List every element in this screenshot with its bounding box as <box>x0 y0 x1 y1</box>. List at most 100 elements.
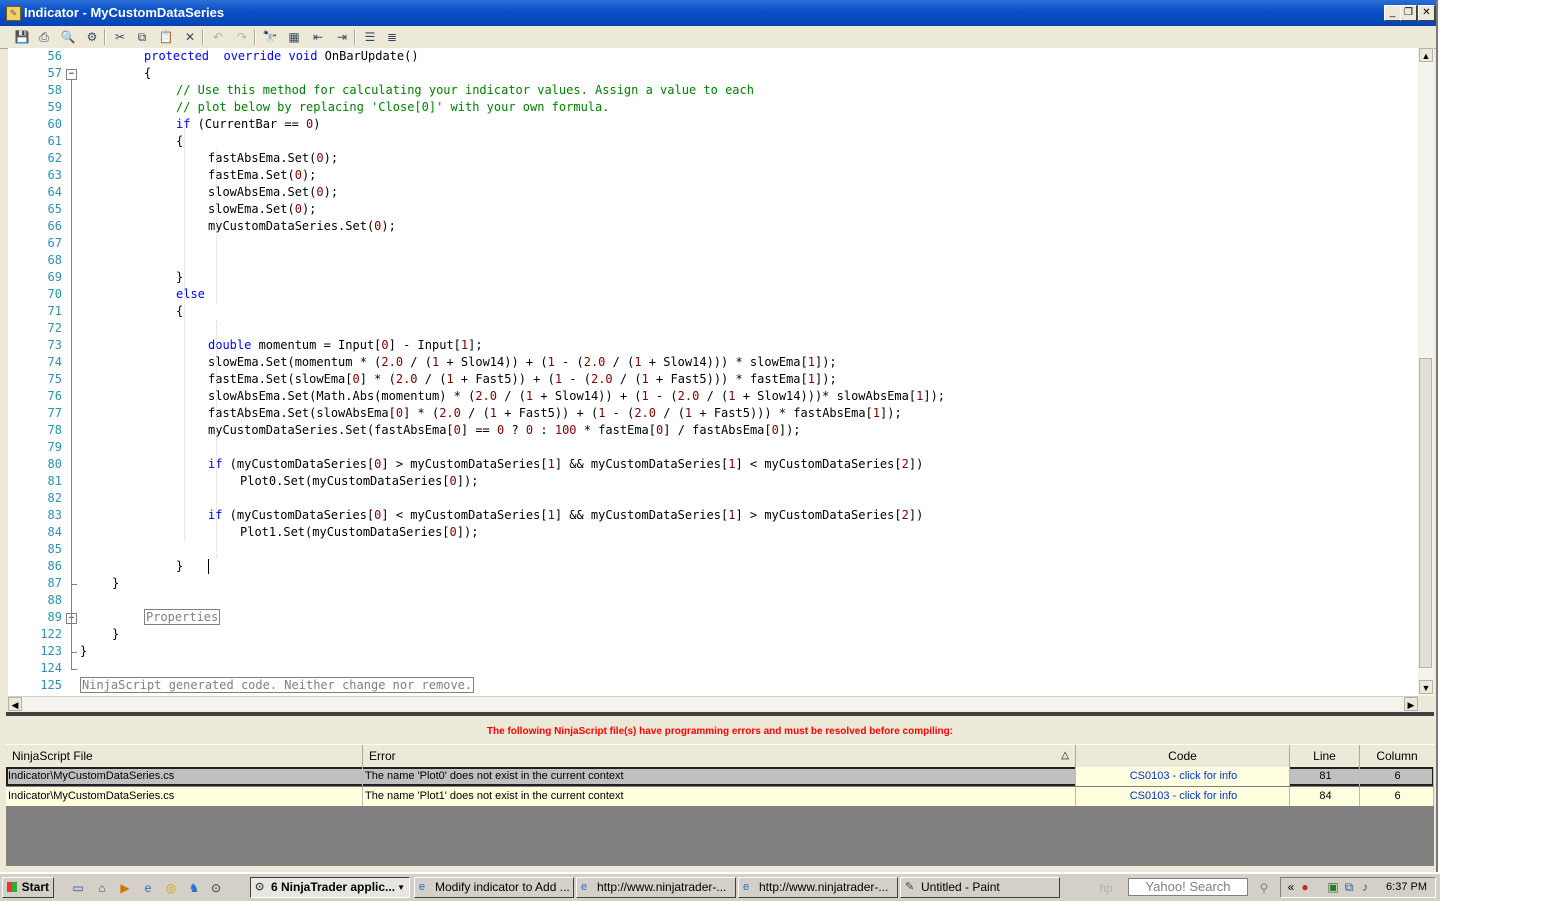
start-button[interactable]: Start <box>2 877 54 898</box>
panel-splitter[interactable] <box>6 712 1434 716</box>
collapsed-region[interactable]: Properties <box>144 609 221 625</box>
column-header-line[interactable]: Line <box>1290 745 1360 767</box>
search-icon[interactable]: ⚲ <box>1256 880 1272 896</box>
fold-end-marker <box>71 652 77 653</box>
code-line[interactable]: Properties <box>144 609 221 626</box>
taskbar-button[interactable]: e http://www.ninjatrader-... <box>576 877 736 898</box>
code-line[interactable]: Plot0.Set(myCustomDataSeries[0]); <box>240 473 478 490</box>
taskbar-button-label: Untitled - Paint <box>921 880 1000 894</box>
code-line[interactable]: slowAbsEma.Set(Math.Abs(momentum) * (2.0… <box>208 388 945 405</box>
taskbar-button[interactable]: e Modify indicator to Add ... <box>414 877 574 898</box>
column-header-error[interactable]: Error △ <box>363 745 1076 767</box>
network-icon[interactable]: ⧉ <box>1341 879 1357 895</box>
cut-icon[interactable]: ✂ <box>112 29 128 45</box>
paste-icon[interactable]: 📋 <box>158 29 174 45</box>
code-line[interactable]: { <box>176 303 183 320</box>
tray-device-icon[interactable]: ▣ <box>1325 879 1341 895</box>
vertical-scrollbar[interactable]: ▲ ▼ <box>1418 48 1434 696</box>
code-line[interactable]: if (myCustomDataSeries[0] > myCustomData… <box>208 456 923 473</box>
taskbar-button[interactable]: ⊙ 6 NinjaTrader applic... ▼ <box>250 877 410 898</box>
code-editor[interactable]: 56 protected override void OnBarUpdate() 5… <box>8 48 1418 696</box>
code-line[interactable]: double momentum = Input[0] - Input[1]; <box>208 337 483 354</box>
code-line[interactable]: } <box>112 575 119 592</box>
uncomment-icon[interactable]: ≣ <box>384 29 400 45</box>
code-line[interactable]: myCustomDataSeries.Set(0); <box>208 218 396 235</box>
copy-icon[interactable]: ⧉ <box>134 29 150 45</box>
horizontal-scrollbar[interactable]: ◀ ▶ <box>8 696 1418 711</box>
column-header-file[interactable]: NinjaScript File <box>6 745 363 767</box>
code-line[interactable]: myCustomDataSeries.Set(fastAbsEma[0] == … <box>208 422 801 439</box>
undo-icon[interactable]: ↶ <box>210 29 226 45</box>
code-line[interactable]: slowEma.Set(momentum * (2.0 / (1 + Slow1… <box>208 354 837 371</box>
code-line[interactable]: // plot below by replacing 'Close[0]' wi… <box>176 99 609 116</box>
indent-icon[interactable]: ⇥ <box>334 29 350 45</box>
minimize-button[interactable]: _ <box>1384 5 1401 21</box>
code-line[interactable]: slowEma.Set(0); <box>208 201 316 218</box>
show-desktop-icon[interactable]: ▭ <box>70 880 86 896</box>
hp-icon[interactable]: hp <box>1098 880 1114 896</box>
title-bar[interactable]: ✎ Indicator - MyCustomDataSeries _ ❐ ✕ <box>0 0 1436 26</box>
code-token: 0 <box>316 151 324 165</box>
code-line[interactable]: } <box>176 269 183 286</box>
column-header-column[interactable]: Column <box>1360 745 1434 767</box>
find-replace-icon[interactable]: ▦ <box>286 29 302 45</box>
code-line[interactable]: NinjaScript generated code. Neither chan… <box>80 677 475 694</box>
group-dropdown-icon[interactable]: ▼ <box>397 878 405 897</box>
code-line[interactable]: if (CurrentBar == 0) <box>176 116 321 133</box>
code-line[interactable]: Plot1.Set(myCustomDataSeries[0]); <box>240 524 478 541</box>
code-token: 2.0 <box>439 406 461 420</box>
code-line[interactable]: if (myCustomDataSeries[0] < myCustomData… <box>208 507 923 524</box>
save-icon[interactable]: 💾 <box>14 29 30 45</box>
code-line[interactable]: } <box>112 626 119 643</box>
code-line[interactable]: fastEma.Set(slowEma[0] * (2.0 / (1 + Fas… <box>208 371 837 388</box>
browser-icon[interactable]: ◎ <box>163 880 179 896</box>
scroll-right-icon[interactable]: ▶ <box>1404 697 1418 711</box>
tray-app-icon[interactable]: ● <box>1297 879 1313 895</box>
code-token: ); <box>301 202 317 216</box>
scroll-left-icon[interactable]: ◀ <box>8 697 22 711</box>
code-line[interactable]: } <box>80 643 87 660</box>
internet-explorer-icon[interactable]: e <box>140 880 156 896</box>
outdent-icon[interactable]: ⇤ <box>310 29 326 45</box>
code-line[interactable]: slowAbsEma.Set(0); <box>208 184 338 201</box>
close-button[interactable]: ✕ <box>1418 5 1435 21</box>
taskbar-button[interactable]: e http://www.ninjatrader-... <box>738 877 898 898</box>
comment-icon[interactable]: ☰ <box>362 29 378 45</box>
code-line[interactable]: { <box>176 133 183 150</box>
find-icon[interactable]: 🔭 <box>262 29 278 45</box>
error-row[interactable]: Indicator\MyCustomDataSeries.cs The name … <box>6 767 1434 786</box>
print-icon[interactable]: ⎙ <box>36 29 52 45</box>
code-line[interactable]: } <box>176 558 183 575</box>
scroll-thumb[interactable] <box>1419 358 1432 668</box>
collapsed-region[interactable]: NinjaScript generated code. Neither chan… <box>80 677 475 693</box>
text-caret <box>208 559 209 574</box>
code-line[interactable]: fastEma.Set(0); <box>208 167 316 184</box>
ninjatrader-icon[interactable]: ⊙ <box>208 880 224 896</box>
scroll-up-icon[interactable]: ▲ <box>1419 48 1433 62</box>
code-token: + Fast5))) * fastAbsEma[ <box>692 406 873 420</box>
code-line[interactable]: // Use this method for calculating your … <box>176 82 754 99</box>
taskbar-button[interactable]: ✎ Untitled - Paint <box>900 877 1060 898</box>
code-line[interactable]: { <box>144 65 151 82</box>
collapse-icon[interactable]: − <box>66 69 77 80</box>
redo-icon[interactable]: ↷ <box>234 29 250 45</box>
code-line[interactable]: else <box>176 286 205 303</box>
restore-button[interactable]: ❐ <box>1400 5 1417 21</box>
yahoo-search-input[interactable]: Yahoo! Search <box>1128 878 1248 896</box>
error-cell-code[interactable]: CS0103 - click for info <box>1076 787 1290 806</box>
code-line[interactable]: fastAbsEma.Set(0); <box>208 150 338 167</box>
error-cell-code[interactable]: CS0103 - click for info <box>1076 767 1290 786</box>
code-token: 1 <box>446 372 454 386</box>
print-preview-icon[interactable]: 🔍 <box>60 29 76 45</box>
code-line[interactable]: fastAbsEma.Set(slowAbsEma[0] * (2.0 / (1… <box>208 405 902 422</box>
column-header-code[interactable]: Code <box>1076 745 1290 767</box>
volume-icon[interactable]: ♪ <box>1357 879 1373 895</box>
media-player-icon[interactable]: ▶ <box>117 880 133 896</box>
code-line[interactable]: protected override void OnBarUpdate() <box>144 48 419 65</box>
messenger-icon[interactable]: ♞ <box>186 880 202 896</box>
scroll-down-icon[interactable]: ▼ <box>1419 680 1433 694</box>
delete-icon[interactable]: ✕ <box>182 29 198 45</box>
explorer-icon[interactable]: ⌂ <box>94 880 110 896</box>
page-setup-icon[interactable]: ⚙ <box>84 29 100 45</box>
error-row[interactable]: Indicator\MyCustomDataSeries.cs The name … <box>6 787 1434 806</box>
